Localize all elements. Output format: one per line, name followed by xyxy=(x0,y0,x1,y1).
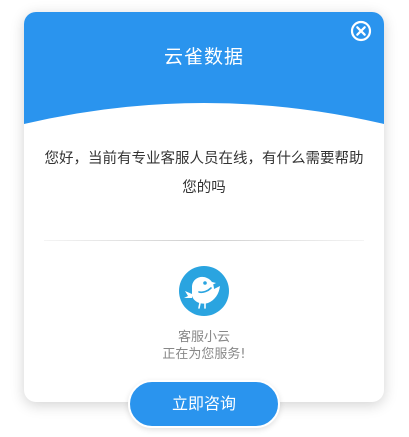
bird-icon xyxy=(184,276,220,309)
close-button[interactable] xyxy=(350,20,372,42)
agent-status: 正在为您服务! xyxy=(162,347,246,362)
dialog-header: 云雀数据 xyxy=(24,12,384,137)
divider xyxy=(44,240,364,241)
greeting-message: 您好，当前有专业客服人员在线，有什么需要帮助您的吗 xyxy=(44,151,364,196)
close-circle-icon[interactable] xyxy=(350,20,372,42)
agent-name: 客服小云 xyxy=(177,330,230,345)
chat-invite-dialog: 云雀数据 您好，当前有专业客服人员在线，有什么需要帮助您的吗 客服小云 正在为您… xyxy=(24,12,384,402)
consult-now-button[interactable]: 立即咨询 xyxy=(128,380,280,428)
dialog-title: 云雀数据 xyxy=(163,46,244,68)
header-wave-background xyxy=(24,12,384,124)
agent-avatar xyxy=(179,266,229,316)
